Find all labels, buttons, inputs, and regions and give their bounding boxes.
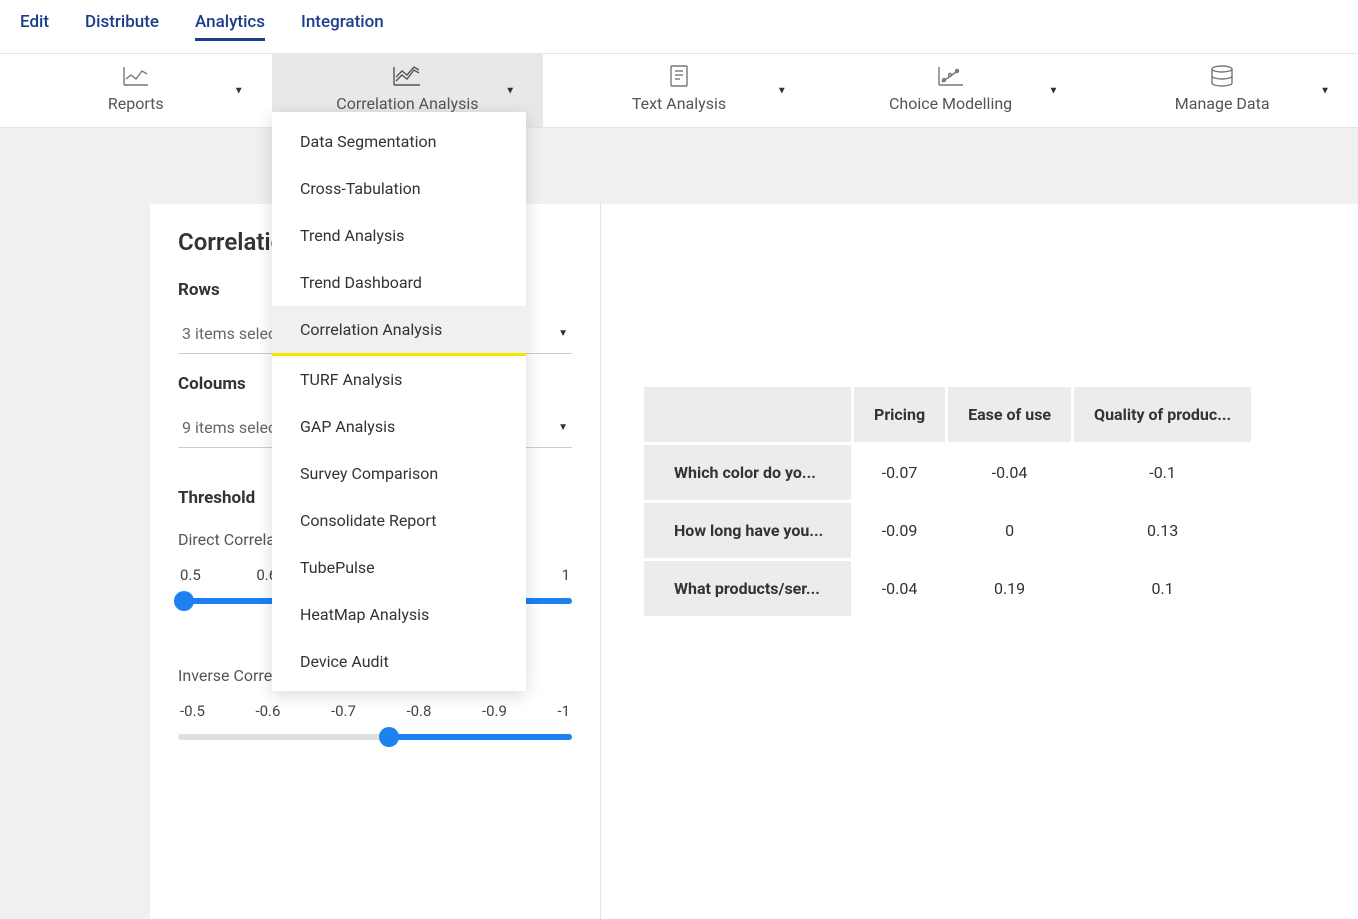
cell: -0.07 bbox=[853, 444, 947, 502]
cell: 0.13 bbox=[1073, 502, 1253, 560]
menu-correlation-analysis[interactable]: Correlation Analysis bbox=[272, 306, 526, 356]
col-header: Ease of use bbox=[947, 386, 1073, 444]
slider-thumb[interactable] bbox=[379, 727, 399, 747]
menu-trend-dashboard[interactable]: Trend Dashboard bbox=[272, 259, 526, 306]
toolbar-choice[interactable]: Choice Modelling ▼ bbox=[815, 54, 1087, 127]
menu-data-segmentation[interactable]: Data Segmentation bbox=[272, 118, 526, 165]
chevron-down-icon: ▼ bbox=[1320, 85, 1330, 96]
menu-device-audit[interactable]: Device Audit bbox=[272, 638, 526, 685]
chart-multi-line-icon bbox=[392, 64, 422, 88]
main-tabs: Edit Distribute Analytics Integration bbox=[0, 0, 1358, 54]
database-icon bbox=[1209, 64, 1235, 88]
chevron-down-icon: ▼ bbox=[505, 85, 515, 96]
toolbar-correlation-label: Correlation Analysis bbox=[336, 94, 478, 113]
chevron-down-icon: ▼ bbox=[558, 422, 568, 433]
table-row: What products/ser... -0.04 0.19 0.1 bbox=[643, 560, 1253, 618]
chevron-down-icon: ▼ bbox=[234, 85, 244, 96]
menu-tubepulse[interactable]: TubePulse bbox=[272, 544, 526, 591]
toolbar-reports-label: Reports bbox=[108, 94, 164, 113]
menu-gap-analysis[interactable]: GAP Analysis bbox=[272, 403, 526, 450]
toolbar-reports[interactable]: Reports ▼ bbox=[0, 54, 272, 127]
menu-heatmap-analysis[interactable]: HeatMap Analysis bbox=[272, 591, 526, 638]
table-row: Which color do yo... -0.07 -0.04 -0.1 bbox=[643, 444, 1253, 502]
cell: 0 bbox=[947, 502, 1073, 560]
tab-analytics[interactable]: Analytics bbox=[195, 12, 265, 41]
menu-survey-comparison[interactable]: Survey Comparison bbox=[272, 450, 526, 497]
table-row: How long have you... -0.09 0 0.13 bbox=[643, 502, 1253, 560]
correlation-table: Pricing Ease of use Quality of produc...… bbox=[641, 384, 1254, 619]
chevron-down-icon: ▼ bbox=[777, 85, 787, 96]
tab-edit[interactable]: Edit bbox=[20, 12, 49, 41]
chevron-down-icon: ▼ bbox=[1048, 85, 1058, 96]
row-header: Which color do yo... bbox=[643, 444, 853, 502]
cell: -0.04 bbox=[853, 560, 947, 618]
cell: -0.1 bbox=[1073, 444, 1253, 502]
cell: -0.04 bbox=[947, 444, 1073, 502]
menu-turf-analysis[interactable]: TURF Analysis bbox=[272, 356, 526, 403]
chevron-down-icon: ▼ bbox=[558, 328, 568, 339]
tab-distribute[interactable]: Distribute bbox=[85, 12, 159, 41]
toolbar-manage-label: Manage Data bbox=[1175, 94, 1270, 113]
inverse-slider-ticks: -0.5 -0.6 -0.7 -0.8 -0.9 -1 bbox=[178, 702, 572, 720]
cell: -0.09 bbox=[853, 502, 947, 560]
scatter-icon bbox=[937, 64, 965, 88]
cell: 0.19 bbox=[947, 560, 1073, 618]
toolbar: Reports ▼ Correlation Analysis ▼ Text An… bbox=[0, 54, 1358, 128]
correlation-dropdown: Data Segmentation Cross-Tabulation Trend… bbox=[272, 112, 526, 691]
toolbar-choice-label: Choice Modelling bbox=[889, 94, 1012, 113]
content-area: Correlation Analysis Rows 3 items select… bbox=[0, 184, 1358, 919]
menu-trend-analysis[interactable]: Trend Analysis bbox=[272, 212, 526, 259]
document-icon bbox=[667, 64, 691, 88]
col-header: Quality of produc... bbox=[1073, 386, 1253, 444]
tab-integration[interactable]: Integration bbox=[301, 12, 384, 41]
inverse-slider[interactable] bbox=[178, 734, 572, 740]
toolbar-text[interactable]: Text Analysis ▼ bbox=[543, 54, 815, 127]
col-header: Pricing bbox=[853, 386, 947, 444]
row-header: How long have you... bbox=[643, 502, 853, 560]
toolbar-text-label: Text Analysis bbox=[632, 94, 726, 113]
slider-thumb[interactable] bbox=[174, 591, 194, 611]
table-corner bbox=[643, 386, 853, 444]
menu-consolidate-report[interactable]: Consolidate Report bbox=[272, 497, 526, 544]
cell: 0.1 bbox=[1073, 560, 1253, 618]
chart-line-icon bbox=[122, 64, 150, 88]
row-header: What products/ser... bbox=[643, 560, 853, 618]
menu-cross-tabulation[interactable]: Cross-Tabulation bbox=[272, 165, 526, 212]
toolbar-manage[interactable]: Manage Data ▼ bbox=[1086, 54, 1358, 127]
results-area: Pricing Ease of use Quality of produc...… bbox=[600, 204, 1358, 919]
